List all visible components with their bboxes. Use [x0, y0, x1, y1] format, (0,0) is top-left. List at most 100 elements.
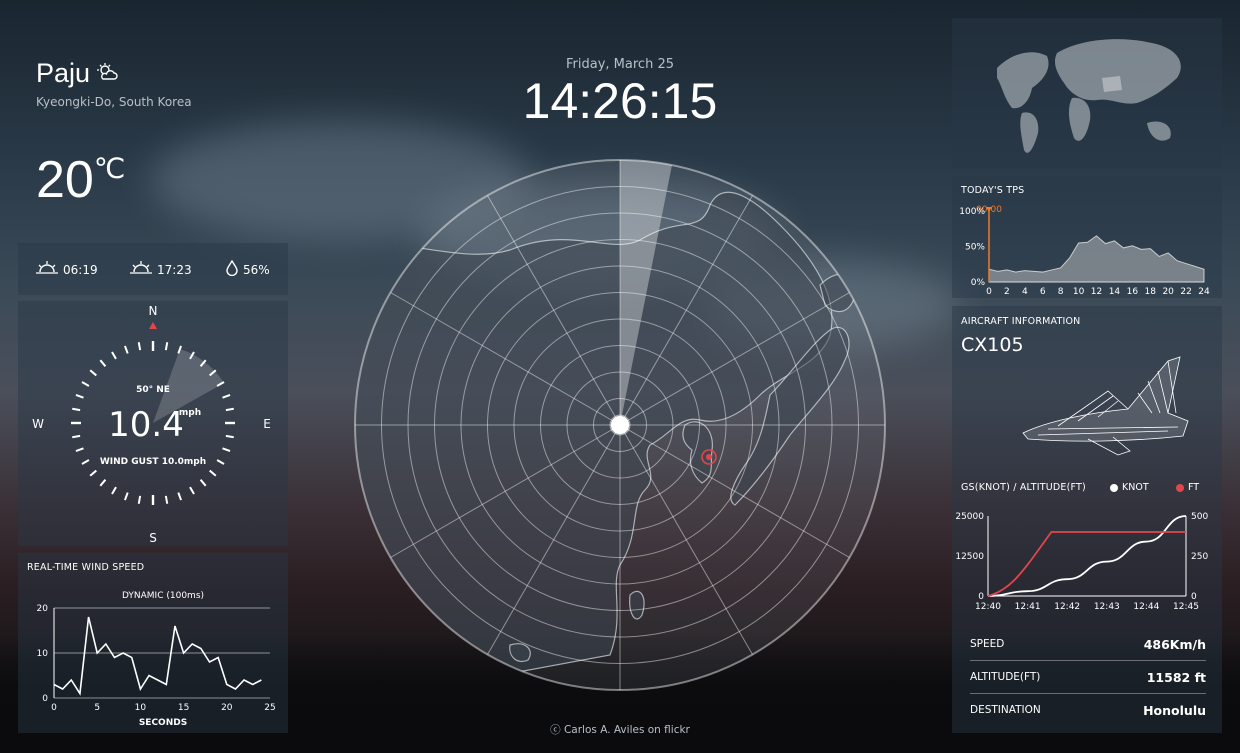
compass-tick — [189, 486, 195, 495]
tps-xtick: 0 — [986, 287, 992, 297]
radar-center-icon — [609, 414, 631, 436]
airplane-icon — [1022, 356, 1189, 456]
aircraft-section-title: AIRCRAFT INFORMATION — [961, 316, 1081, 327]
wind-compass: N S E W 50° NE 10.4 mph WIND GUST 10.0mp… — [32, 304, 271, 545]
aircraft-panel: AIRCRAFT INFORMATION CX105 GS(KNOT) / AL… — [952, 306, 1222, 733]
sun-humidity-panel: 06:19 17:23 56% — [18, 243, 288, 295]
legend-knot: KNOT — [1110, 482, 1149, 493]
world-map — [997, 39, 1181, 153]
compass-tick — [222, 447, 231, 452]
wind-xtick: 25 — [264, 703, 275, 713]
compass-tick — [81, 459, 90, 465]
alt-xtick: 12:45 — [1173, 602, 1199, 612]
compass-tick — [164, 342, 169, 351]
wind-speed-chart: DYNAMIC (100ms) SECONDS 010200 5 10 15 20 25 — [37, 591, 276, 728]
humidity-icon — [226, 259, 238, 279]
tps-panel: TODAY'S TPS 00:00 100%50%0%0246810121416… — [952, 176, 1222, 298]
compass-tick — [99, 359, 107, 367]
tps-xtick: 8 — [1058, 287, 1064, 297]
tps-xtick: 4 — [1022, 287, 1028, 297]
alt-xtick: 12:43 — [1094, 602, 1120, 612]
temperature-value: 20 — [36, 151, 94, 209]
aircraft-info-value: 11582 ft — [1146, 669, 1206, 685]
tps-xtick: 10 — [1073, 287, 1085, 297]
aircraft-info-row: SPEED 486Km/h — [970, 628, 1206, 661]
wind-xtick: 15 — [178, 703, 189, 713]
compass-tick — [124, 492, 129, 501]
tps-xtick: 20 — [1162, 287, 1174, 297]
compass-tick — [111, 351, 117, 360]
compass-tick — [209, 469, 217, 477]
aircraft-info-row: ALTITUDE(FT) 11582 ft — [970, 661, 1206, 694]
compass-tick — [124, 345, 129, 354]
compass-tick — [225, 407, 234, 412]
ft-line — [987, 531, 1186, 597]
compass-west: W — [32, 417, 44, 431]
wind-speed-line — [53, 616, 262, 696]
compass-tick — [75, 447, 84, 452]
compass-tick — [99, 479, 107, 487]
tps-xtick: 12 — [1091, 287, 1102, 297]
wind-speed-unit: mph — [179, 408, 201, 418]
wind-ytick: 10 — [37, 649, 49, 659]
alt-right-tick: 250 — [1191, 552, 1208, 562]
aircraft-info-label: ALTITUDE(FT) — [970, 671, 1041, 683]
tps-ytick: 100% — [959, 207, 985, 217]
alt-xtick: 12:41 — [1015, 602, 1041, 612]
compass-east: E — [263, 417, 271, 431]
wind-xtick: 0 — [51, 703, 57, 713]
aircraft-info-value: 486Km/h — [1143, 636, 1206, 652]
alt-right-tick: 500 — [1191, 512, 1208, 522]
wind-chart-subtitle: DYNAMIC (100ms) — [122, 591, 204, 601]
compass-tick — [199, 479, 207, 487]
compass-tick — [81, 381, 90, 387]
compass-south: S — [149, 531, 157, 545]
aircraft-chart-title: GS(KNOT) / ALTITUDE(FT) — [961, 482, 1086, 493]
alt-xtick: 12:44 — [1133, 602, 1159, 612]
compass-north: N — [149, 304, 158, 318]
aircraft-info-label: SPEED — [970, 638, 1005, 650]
alt-xtick: 12:42 — [1054, 602, 1080, 612]
tps-xtick: 2 — [1004, 287, 1010, 297]
sunset-icon — [130, 261, 152, 278]
tps-chart: 00:00 100%50%0%024681012141618202224 — [959, 205, 1210, 297]
wind-xtick: 10 — [135, 703, 147, 713]
wind-direction-label: 50° NE — [136, 385, 170, 395]
wind-compass-panel: N S E W 50° NE 10.4 mph WIND GUST 10.0mp… — [18, 301, 288, 546]
wind-speed-chart-panel: REAL-TIME WIND SPEED DYNAMIC (100ms) SEC… — [18, 553, 288, 733]
compass-tick — [89, 469, 97, 477]
compass-tick — [225, 434, 234, 439]
alt-left-tick: 25000 — [955, 512, 984, 522]
compass-tick — [111, 486, 117, 495]
wind-xtick: 20 — [221, 703, 233, 713]
legend-knot-label: KNOT — [1122, 482, 1149, 493]
sunset-time: 17:23 — [157, 262, 192, 277]
compass-tick — [89, 369, 97, 377]
gs-altitude-chart: 25000125000500250012:40 12:41 12:42 12:43 12… — [955, 512, 1208, 612]
legend-ft-label: FT — [1188, 482, 1200, 493]
wind-gust-label: WIND GUST 10.0mph — [100, 457, 206, 467]
compass-tick — [164, 495, 169, 504]
compass-tick — [137, 495, 142, 504]
wind-xtick: 5 — [94, 703, 100, 713]
wind-ytick: 20 — [37, 604, 49, 614]
compass-tick — [137, 342, 142, 351]
knot-line — [987, 515, 1187, 597]
compass-tick — [72, 407, 81, 412]
humidity-value: 56% — [243, 262, 270, 277]
temperature-unit: ℃ — [93, 152, 126, 185]
knot-legend-dot — [1110, 483, 1118, 492]
aircraft-info-value: Honolulu — [1143, 702, 1206, 718]
tps-xtick: 18 — [1145, 287, 1157, 297]
aircraft-info-table: SPEED 486Km/h ALTITUDE(FT) 11582 ft DESTINAT… — [970, 628, 1206, 726]
compass-tick — [72, 434, 81, 439]
compass-tick — [177, 492, 182, 501]
tps-ytick: 0% — [971, 278, 986, 288]
radar-map — [354, 159, 886, 691]
aircraft-info-label: DESTINATION — [970, 704, 1041, 716]
tps-area — [988, 235, 1205, 283]
tps-xtick: 24 — [1198, 287, 1210, 297]
tps-ytick: 50% — [965, 243, 985, 253]
alt-left-tick: 12500 — [955, 552, 984, 562]
tps-xtick: 14 — [1109, 287, 1121, 297]
